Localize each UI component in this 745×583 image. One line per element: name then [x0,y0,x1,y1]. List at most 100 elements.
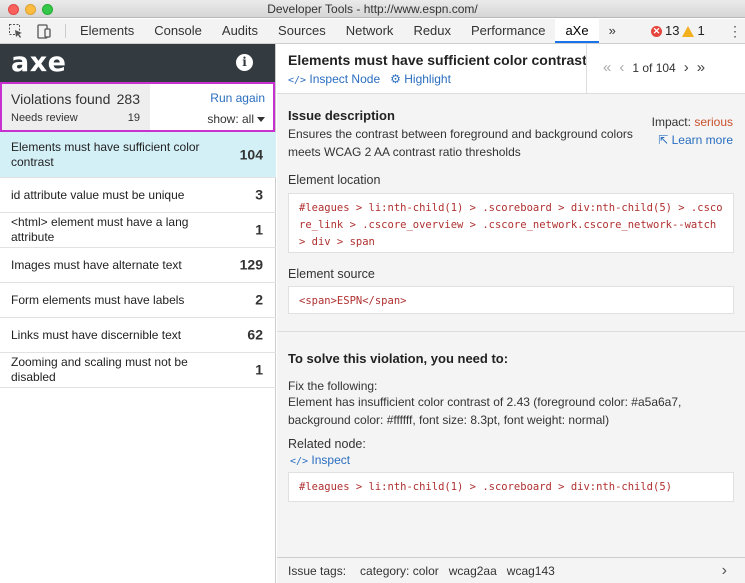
devtools-tabs: Elements Console Audits Sources Network … [70,19,626,43]
toolbar-divider [65,24,66,38]
device-toolbar-icon[interactable] [36,23,52,39]
close-window-button[interactable] [8,4,19,15]
issue-tags-label: Issue tags: [288,563,347,578]
code-icon: </> [288,75,307,86]
inspect-node-link[interactable]: </> Inspect Node [288,72,380,86]
violation-item-form-labels[interactable]: Form elements must have labels 2 [0,283,276,318]
tab-redux[interactable]: Redux [403,19,461,43]
violations-panel: axe i Violations found 283 Needs review … [0,44,276,583]
prev-node-button[interactable]: ‹ [619,60,624,75]
impact-indicator: Impact: serious [652,115,733,129]
inspect-label: Inspect [311,453,351,467]
pager-divider [586,44,587,94]
tab-audits[interactable]: Audits [212,19,268,43]
detail-body: Issue description Ensures the contrast b… [277,95,745,557]
tab-axe[interactable]: aXe [555,19,599,43]
violations-found-count: 283 [116,91,140,107]
detail-header: Elements must have sufficient color cont… [277,44,745,94]
first-node-button[interactable]: « [603,60,611,75]
info-icon[interactable]: i [236,54,253,71]
summary-box: Violations found 283 Needs review 19 Run… [0,82,275,132]
error-icon: ✕ [651,25,662,37]
violation-label: Zooming and scaling must not be disabled [11,355,188,384]
summary-counts: Violations found 283 Needs review 19 [2,84,150,130]
tab-performance[interactable]: Performance [461,19,555,43]
caret-down-icon [257,117,265,123]
inspect-node-label: Inspect Node [309,72,381,86]
violation-count: 1 [255,221,263,238]
learn-more-link[interactable]: ⇱ Learn more [658,133,733,147]
tab-console[interactable]: Console [144,19,212,43]
violation-item-duplicate-id[interactable]: id attribute value must be unique 3 [0,178,276,213]
minimize-window-button[interactable] [25,4,36,15]
section-divider [277,331,745,332]
inspect-link[interactable]: </> Inspect [290,453,350,467]
related-node-code[interactable]: #leagues > li:nth-child(1) > .scoreboard… [288,472,734,502]
fix-text: Element has insufficient color contrast … [288,395,682,427]
highlight-label: Highlight [404,72,451,86]
violation-count: 2 [255,291,263,308]
more-tabs-button[interactable]: » [599,19,626,43]
element-source-label: Element source [288,267,375,281]
inspect-element-icon[interactable] [8,23,24,39]
tag-item: wcag2aa [448,563,497,578]
pager-position: 1 of 104 [632,61,676,75]
violation-count: 1 [255,361,263,378]
learn-more-label: Learn more [671,133,733,147]
highlight-link[interactable]: ⚙ Highlight [390,72,451,86]
element-location-code[interactable]: #leagues > li:nth-child(1) > .scoreboard… [288,193,734,253]
solve-heading: To solve this violation, you need to: [288,351,509,366]
element-location-label: Element location [288,173,381,187]
violation-count: 3 [255,186,263,203]
violation-count: 129 [239,256,263,273]
warning-icon [682,25,695,37]
violation-label: <html> element must have a lang attribut… [11,215,189,244]
violation-item-link-name[interactable]: Links must have discernible text 62 [0,318,276,353]
impact-label: Impact: [651,115,691,129]
tab-elements[interactable]: Elements [70,19,144,43]
violations-found-label: Violations found [11,91,111,107]
violation-list: Elements must have sufficient color cont… [0,132,276,388]
violation-label: id attribute value must be unique [11,187,185,202]
impact-value: serious [694,115,733,129]
rule-title: Elements must have sufficient color cont… [288,52,587,68]
related-node-label: Related node: [288,437,366,451]
violation-item-color-contrast[interactable]: Elements must have sufficient color cont… [0,132,276,178]
tag-item: category: color [360,563,439,578]
violation-label: Elements must have sufficient color cont… [11,139,200,169]
error-count: 13 [665,23,680,38]
node-pager: « ‹ 1 of 104 › » [603,60,705,75]
violation-detail-panel: Elements must have sufficient color cont… [277,44,745,583]
violation-item-meta-viewport[interactable]: Zooming and scaling must not be disabled… [0,353,276,388]
kebab-menu-icon[interactable]: ⋮ [728,22,742,40]
console-counts[interactable]: ✕ 13 1 [651,19,705,43]
tag-item: wcag143 [506,563,555,578]
violation-label: Images must have alternate text [11,257,182,272]
violation-count: 62 [247,326,263,343]
needs-review-label[interactable]: Needs review [11,112,78,124]
axe-header: axe i [0,44,275,82]
code-icon: </> [290,456,309,467]
highlight-icon: ⚙ [390,72,401,86]
violation-item-html-lang[interactable]: <html> element must have a lang attribut… [0,213,276,248]
violation-item-image-alt[interactable]: Images must have alternate text 129 [0,248,276,283]
run-again-button[interactable]: Run again [210,91,265,105]
tab-network[interactable]: Network [336,19,404,43]
issue-tags-footer: Issue tags: category: color wcag2aa wcag… [277,557,745,583]
window-title: Developer Tools - http://www.espn.com/ [267,2,478,16]
axe-logo: axe [11,47,67,78]
last-node-button[interactable]: » [697,60,705,75]
zoom-window-button[interactable] [42,4,53,15]
element-source-code[interactable]: <span>ESPN</span> [288,286,734,314]
violation-label: Links must have discernible text [11,327,182,342]
detail-actions: </> Inspect Node ⚙ Highlight [288,72,451,86]
tab-sources[interactable]: Sources [268,19,336,43]
chevron-right-icon[interactable]: › [722,562,727,580]
next-node-button[interactable]: › [684,60,689,75]
violation-count: 104 [239,146,263,162]
show-filter-dropdown[interactable]: show: all [207,112,265,126]
warning-count: 1 [697,23,705,38]
violation-label: Form elements must have labels [11,292,185,307]
issue-description-heading: Issue description [288,108,395,123]
issue-description-text: Ensures the contrast between foreground … [288,127,633,159]
